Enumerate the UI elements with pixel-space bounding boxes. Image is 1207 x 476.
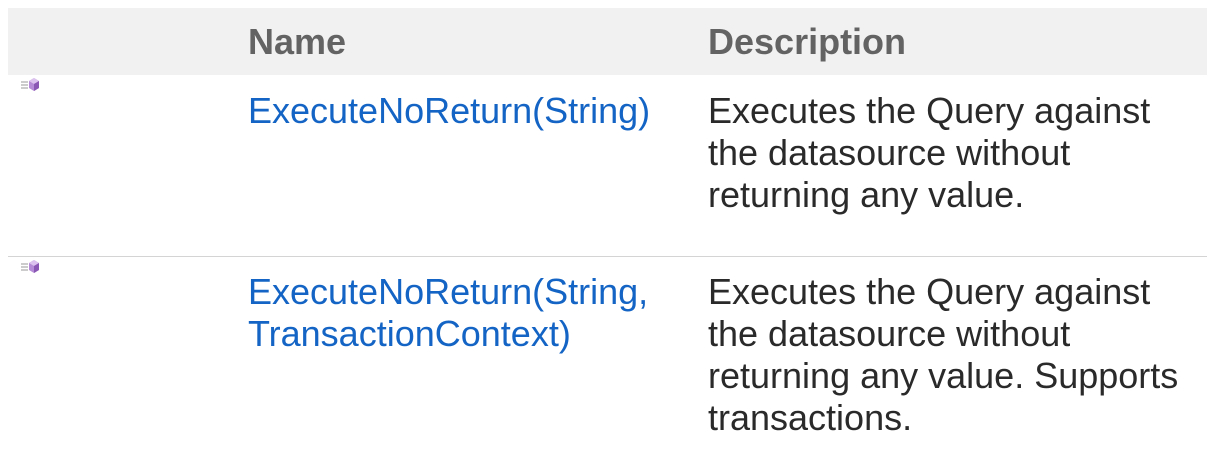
description-cell: Executes the Query against the datasourc… [708, 270, 1179, 438]
table-header-row: Name Description [8, 8, 1207, 75]
name-cell: ExecuteNoReturn(String) [247, 75, 698, 256]
method-link-execute-no-return-string[interactable]: ExecuteNoReturn(String) [247, 90, 698, 132]
header-icon-column [8, 8, 247, 75]
public-method-icon [21, 259, 39, 273]
public-method-icon [21, 78, 39, 91]
table-row: ExecuteNoReturn(String, TransactionConte… [8, 256, 1207, 476]
header-description: Description [698, 8, 1207, 75]
method-link-execute-no-return-string-transaction-context[interactable]: ExecuteNoReturn(String, TransactionConte… [247, 271, 698, 355]
name-cell: ExecuteNoReturn(String, TransactionConte… [247, 256, 698, 476]
header-name: Name [247, 8, 698, 75]
description-cell: Executes the Query against the datasourc… [708, 90, 1151, 215]
members-table: Name Description ExecuteNoReturn(String)… [8, 8, 1207, 476]
table-row: ExecuteNoReturn(String) Executes the Que… [8, 75, 1207, 256]
icon-cell [8, 75, 247, 256]
icon-cell [8, 256, 247, 476]
